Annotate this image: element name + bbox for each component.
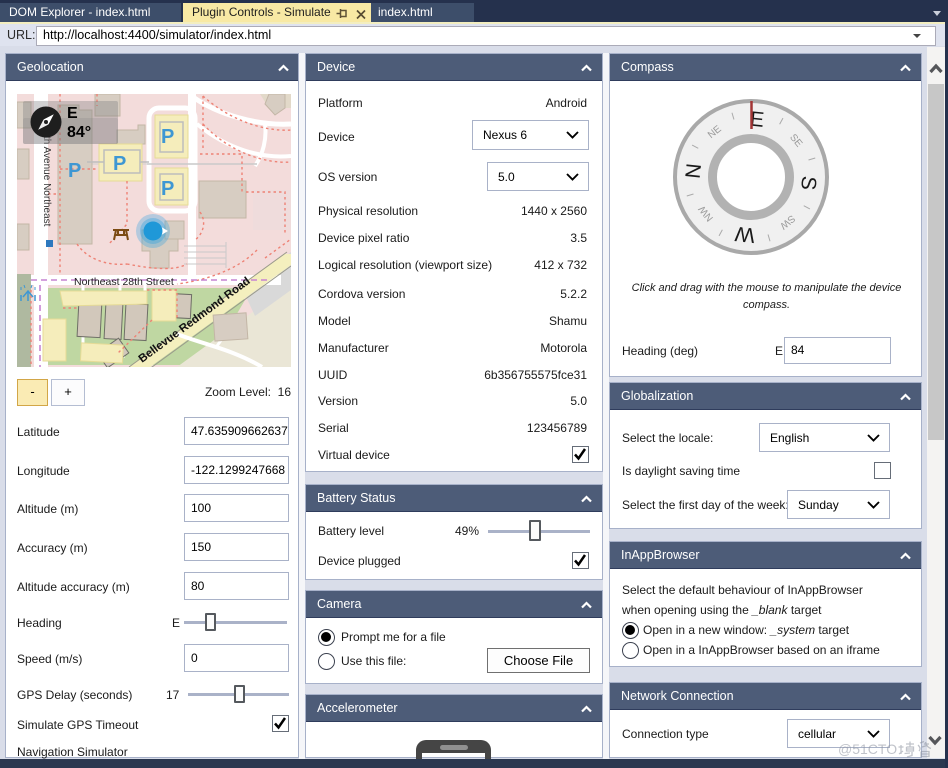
svg-text:P: P [68, 160, 81, 182]
svg-text:E: E [67, 105, 78, 122]
svg-text:W: W [734, 222, 756, 247]
svg-text:N: N [682, 162, 706, 179]
svg-text:Northeast 28th Street: Northeast 28th Street [74, 276, 174, 288]
svg-text:S: S [796, 175, 820, 191]
svg-text:P: P [161, 126, 174, 148]
svg-text:P: P [113, 153, 126, 175]
svg-text:th Avenue Northeast: th Avenue Northeast [41, 136, 52, 227]
svg-text:P: P [161, 178, 174, 200]
svg-text:84°: 84° [67, 124, 91, 141]
